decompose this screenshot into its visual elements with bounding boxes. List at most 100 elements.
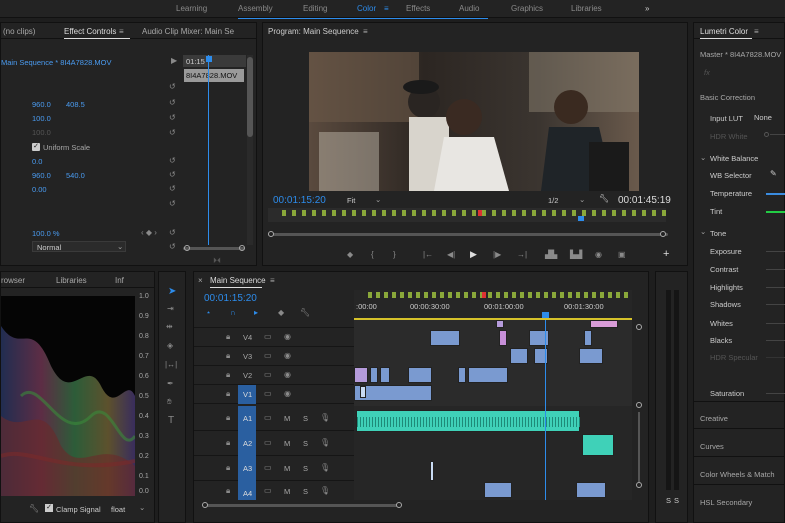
tab-menu-icon[interactable]: ≡ bbox=[119, 27, 124, 36]
selection-tool-icon[interactable]: ➤ bbox=[168, 287, 176, 297]
tab-libraries[interactable]: Libraries bbox=[56, 276, 87, 285]
zoom-handle[interactable] bbox=[202, 502, 208, 508]
whites-slider[interactable] bbox=[766, 323, 785, 324]
solo-button[interactable]: S bbox=[303, 439, 308, 448]
zoom-handle[interactable] bbox=[660, 231, 666, 237]
mini-zoom-scrollbar[interactable] bbox=[183, 247, 245, 250]
reset-icon[interactable]: ↺ bbox=[169, 83, 176, 91]
flicker-value[interactable]: 0.00 bbox=[32, 185, 47, 194]
tone-header[interactable]: Tone bbox=[710, 229, 726, 238]
type-tool-icon[interactable]: T bbox=[168, 416, 174, 426]
audio-clip[interactable] bbox=[582, 434, 614, 456]
video-clip[interactable] bbox=[529, 330, 549, 346]
zoom-handle[interactable] bbox=[636, 402, 642, 408]
lock-icon[interactable]: 🔒︎ bbox=[226, 352, 230, 360]
zoom-handle[interactable] bbox=[239, 245, 245, 251]
snap-icon[interactable]: ⋆ bbox=[206, 309, 211, 317]
step-back-icon[interactable]: ◀| bbox=[447, 251, 455, 259]
effect-scrollbar-thumb[interactable] bbox=[247, 57, 253, 137]
workspace-learning[interactable]: Learning bbox=[176, 4, 207, 13]
curves-section[interactable]: Curves bbox=[700, 442, 724, 451]
workspace-color[interactable]: Color bbox=[357, 4, 376, 13]
chevron-down-icon[interactable]: ⌄ bbox=[700, 153, 706, 162]
clip-label[interactable]: Main Sequence * 8I4A7828.MOV bbox=[1, 58, 112, 67]
mute-button[interactable]: M bbox=[284, 439, 290, 448]
opacity-value[interactable]: 100.0 % bbox=[32, 229, 60, 238]
timeline-ruler[interactable]: :00:00 00:00:30:00 00:01:00:00 00:01:30:… bbox=[354, 290, 632, 320]
rotation-value[interactable]: 0.0 bbox=[32, 157, 42, 166]
workspace-editing[interactable]: Editing bbox=[303, 4, 327, 13]
marker-icon[interactable]: ◆ bbox=[278, 309, 284, 317]
audio-clip[interactable] bbox=[484, 482, 512, 498]
eye-icon[interactable]: ◉ bbox=[284, 333, 291, 341]
hand-tool-icon[interactable]: ✋︎ bbox=[167, 398, 172, 406]
video-clip[interactable] bbox=[468, 367, 508, 383]
program-time-ruler[interactable] bbox=[268, 208, 666, 222]
workspace-effects[interactable]: Effects bbox=[406, 4, 430, 13]
fit-select[interactable]: Fit bbox=[347, 196, 355, 205]
chevron-down-icon[interactable]: ⌄ bbox=[700, 227, 706, 236]
highlights-slider[interactable] bbox=[766, 287, 785, 288]
reset-icon[interactable]: ↺ bbox=[169, 185, 176, 193]
reset-icon[interactable]: ↺ bbox=[169, 114, 176, 122]
solo-button[interactable]: S bbox=[303, 487, 308, 496]
scale-value[interactable]: 100.0 bbox=[32, 114, 51, 123]
solo-right-button[interactable]: S bbox=[674, 496, 679, 505]
lock-icon[interactable]: 🔒︎ bbox=[226, 464, 230, 472]
zoom-handle[interactable] bbox=[396, 502, 402, 508]
film-icon[interactable]: ▭ bbox=[264, 464, 272, 472]
track-select-icon[interactable]: ⇥ bbox=[167, 305, 174, 313]
go-to-in-icon[interactable]: |← bbox=[423, 251, 433, 259]
workspace-assembly[interactable]: Assembly bbox=[238, 4, 273, 13]
hdr-specular-slider[interactable] bbox=[766, 357, 785, 358]
timeline-menu-icon[interactable]: ≡ bbox=[270, 276, 275, 285]
wrench-icon[interactable]: 🔧︎ bbox=[599, 195, 609, 203]
slip-tool-icon[interactable]: |↔| bbox=[165, 361, 177, 369]
extract-icon[interactable]: ▙▟ bbox=[570, 251, 582, 259]
video-clip[interactable] bbox=[360, 386, 366, 398]
fx-icon[interactable]: fx bbox=[704, 68, 710, 77]
eye-icon[interactable]: ◉ bbox=[284, 352, 291, 360]
solo-button[interactable]: S bbox=[303, 464, 308, 473]
program-playhead[interactable] bbox=[578, 216, 584, 221]
audio-clip[interactable] bbox=[430, 461, 434, 481]
tab-info[interactable]: Inf bbox=[115, 276, 124, 285]
audio-clip[interactable] bbox=[576, 482, 606, 498]
workspace-graphics[interactable]: Graphics bbox=[511, 4, 543, 13]
saturation-slider[interactable] bbox=[766, 393, 785, 394]
wrench-icon[interactable]: 🔧︎ bbox=[300, 309, 310, 317]
anchor-x[interactable]: 960.0 bbox=[32, 171, 51, 180]
contrast-slider[interactable] bbox=[766, 269, 785, 270]
tab-effect-controls[interactable]: Effect Controls bbox=[64, 27, 116, 36]
lumetri-menu-icon[interactable]: ≡ bbox=[754, 27, 759, 36]
razor-tool-icon[interactable]: ◈ bbox=[167, 342, 173, 350]
play-triangle-icon[interactable]: ▶ bbox=[171, 57, 177, 65]
go-to-out-icon[interactable]: →| bbox=[517, 251, 527, 259]
microphone-icon[interactable]: 🎙︎ bbox=[320, 414, 330, 422]
solo-left-button[interactable]: S bbox=[666, 496, 671, 505]
clamp-signal-checkbox[interactable]: ✓ bbox=[45, 504, 53, 512]
lock-icon[interactable]: 🔒︎ bbox=[226, 487, 230, 495]
video-clip[interactable] bbox=[579, 348, 603, 364]
add-button-icon[interactable]: + bbox=[663, 249, 669, 260]
film-icon[interactable]: ▭ bbox=[264, 414, 272, 422]
blacks-slider[interactable] bbox=[766, 340, 785, 341]
lock-icon[interactable]: 🔒︎ bbox=[226, 390, 230, 398]
white-balance-header[interactable]: White Balance bbox=[710, 154, 758, 163]
tab-audio-clip-mixer[interactable]: Audio Clip Mixer: Main Se bbox=[142, 27, 234, 36]
audio-clip[interactable] bbox=[356, 410, 581, 432]
more-workspaces-icon[interactable]: » bbox=[645, 4, 649, 13]
video-clip[interactable] bbox=[496, 320, 504, 328]
video-clip[interactable] bbox=[380, 367, 390, 383]
wrench-icon[interactable]: 🔧︎ bbox=[29, 505, 39, 513]
microphone-icon[interactable]: 🎙︎ bbox=[320, 487, 330, 495]
reset-icon[interactable]: ↺ bbox=[169, 157, 176, 165]
tint-slider[interactable] bbox=[766, 211, 785, 213]
mini-playhead[interactable] bbox=[206, 56, 212, 62]
video-clip[interactable] bbox=[370, 367, 378, 383]
mute-button[interactable]: M bbox=[284, 464, 290, 473]
reset-icon[interactable]: ↺ bbox=[169, 229, 176, 237]
basic-correction-header[interactable]: Basic Correction bbox=[700, 93, 755, 102]
lumetri-master[interactable]: Master * 8I4A7828.MOV bbox=[700, 50, 781, 59]
solo-button[interactable]: S bbox=[303, 414, 308, 423]
